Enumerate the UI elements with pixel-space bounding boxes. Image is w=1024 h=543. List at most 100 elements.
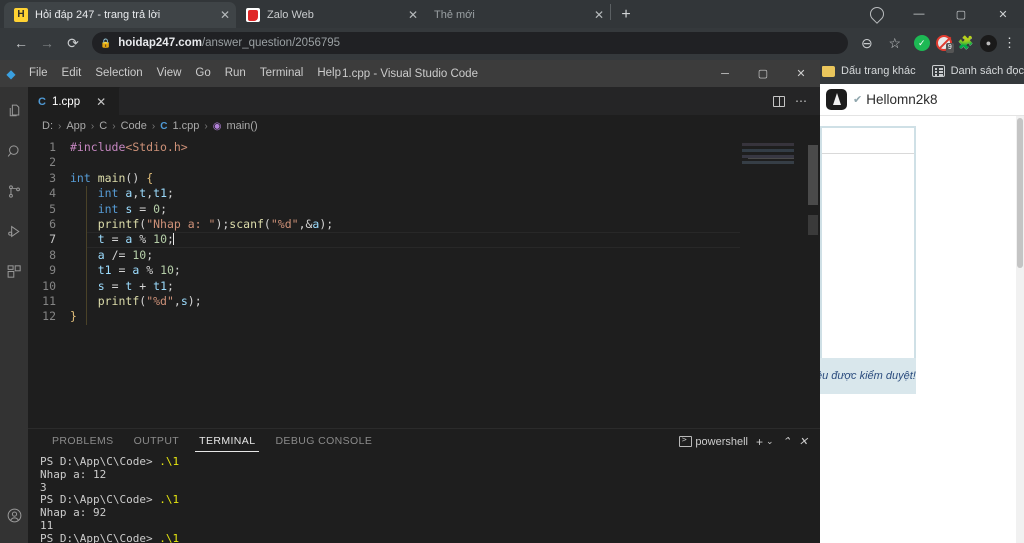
menu-view[interactable]: View <box>150 60 189 87</box>
code-token: <Stdio.h> <box>125 140 188 154</box>
editor-tab-close-icon[interactable]: ✕ <box>96 95 106 109</box>
code-line[interactable]: 4 int a,t,t1; <box>28 186 820 201</box>
menu-help[interactable]: Help <box>310 60 348 87</box>
code-token: () <box>125 170 147 185</box>
menu-edit[interactable]: Edit <box>55 60 89 87</box>
code-line[interactable]: 9 t1 = a % 10; <box>28 263 820 278</box>
editor-tab-1cpp[interactable]: C 1.cpp ✕ <box>28 87 120 115</box>
code-token: printf <box>97 293 140 308</box>
profile-avatar-icon[interactable]: ● <box>980 34 997 52</box>
location-pin-icon[interactable] <box>867 4 887 24</box>
editor-scrollbar-track[interactable] <box>808 215 818 235</box>
vscode-minimize-button[interactable]: ─ <box>706 60 744 87</box>
browser-tab-close-icon[interactable]: ✕ <box>208 9 230 21</box>
terminal-shell-selector[interactable]: powershell <box>679 435 748 448</box>
new-terminal-button[interactable]: + ⌄ <box>756 435 774 449</box>
breadcrumb-symbol[interactable]: main() <box>226 120 257 132</box>
browser-close-button[interactable]: ✕ <box>982 0 1024 28</box>
panel-tab-terminal[interactable]: TERMINAL <box>189 429 265 454</box>
terminal-output[interactable]: PS D:\App\C\Code> .\1 Nhap a: 12 3 PS D:\Ap… <box>28 454 820 543</box>
code-line[interactable]: 7 t = a % 10; <box>28 232 820 249</box>
run-and-debug-icon[interactable] <box>0 211 28 251</box>
breadcrumb-separator: › <box>151 120 156 132</box>
chevron-down-icon[interactable]: ⌄ <box>766 436 774 447</box>
code-editor[interactable]: 1 #include<Stdio.h> 2 3 int main() {4 int a,… <box>28 137 820 428</box>
panel-tab-problems[interactable]: PROBLEMS <box>42 429 124 454</box>
forward-button[interactable]: → <box>34 30 60 56</box>
source-control-icon[interactable] <box>0 171 28 211</box>
code-line[interactable]: 10 s = t + t1; <box>28 279 820 294</box>
reload-button[interactable]: ⟳ <box>60 30 86 56</box>
page-scrollbar[interactable] <box>1016 116 1024 543</box>
menu-run[interactable]: Run <box>218 60 253 87</box>
search-icon[interactable] <box>0 131 28 171</box>
code-token: ; <box>173 263 181 278</box>
browser-tab-close-icon[interactable]: ✕ <box>396 9 418 21</box>
explorer-icon[interactable] <box>0 91 28 131</box>
code-content[interactable]: 1 #include<Stdio.h> 2 3 int main() {4 int a,… <box>28 137 820 325</box>
split-editor-icon[interactable] <box>773 95 785 107</box>
breadcrumb-file[interactable]: 1.cpp <box>172 120 199 132</box>
code-line[interactable]: 6 printf("Nhap a: ");scanf("%d",&a); <box>28 217 820 232</box>
menu-terminal[interactable]: Terminal <box>253 60 310 87</box>
maximize-panel-icon[interactable]: ⌃ <box>782 435 791 448</box>
code-line[interactable]: 2 <box>28 155 820 170</box>
page-scrollbar-thumb[interactable] <box>1017 118 1023 268</box>
panel-tab-bar: PROBLEMS OUTPUT TERMINAL DEBUG CONSOLE p… <box>28 429 820 454</box>
browser-tab-hoidap[interactable]: Hỏi đáp 247 - trang trả lời ✕ <box>4 2 236 28</box>
browser-maximize-button[interactable]: ▢ <box>940 0 982 28</box>
terminal-line: PS D:\App\C\Code> .\1 <box>40 493 820 507</box>
answer-editor-box[interactable] <box>820 126 916 388</box>
menu-file[interactable]: File <box>22 60 55 87</box>
editor-tab-actions: ⋯ <box>773 87 820 115</box>
code-token: ; <box>167 278 174 293</box>
accounts-icon[interactable] <box>0 495 28 535</box>
line-number: 9 <box>49 263 56 278</box>
browser-tab-new[interactable]: Thẻ mới ✕ <box>424 2 610 28</box>
menu-selection[interactable]: Selection <box>88 60 149 87</box>
back-button[interactable]: ← <box>8 30 34 56</box>
bookmark-other-bookmarks[interactable]: Dấu trang khác <box>822 65 916 77</box>
code-token: main <box>97 170 126 185</box>
breadcrumb-drive[interactable]: D: <box>42 120 53 132</box>
menu-go[interactable]: Go <box>188 60 217 87</box>
code-line[interactable]: 8 a /= 10; <box>28 248 820 263</box>
editor-minimap[interactable] <box>740 137 806 428</box>
bookmark-reading-list[interactable]: Danh sách đọc <box>931 65 1024 77</box>
code-line[interactable]: 11 printf("%d",s); <box>28 294 820 309</box>
address-bar[interactable]: 🔒 hoidap247.com/answer_question/2056795 <box>92 32 848 54</box>
breadcrumb-app[interactable]: App <box>66 120 86 132</box>
chrome-menu-icon[interactable]: ⋮ <box>1003 35 1016 51</box>
panel-tab-debug-console[interactable]: DEBUG CONSOLE <box>265 429 382 454</box>
plus-icon[interactable]: + <box>756 435 763 449</box>
code-text: printf("Nhap a: ");scanf("%d",&a); <box>70 217 334 232</box>
browser-tab-zalo[interactable]: Zalo Web ✕ <box>236 2 424 28</box>
editor-overview-ruler[interactable] <box>806 137 820 428</box>
more-actions-icon[interactable]: ⋯ <box>795 95 808 107</box>
terminal-line: Nhap a: 12 <box>40 468 820 482</box>
code-line[interactable]: 5 int s = 0; <box>28 202 820 217</box>
browser-tab-close-icon[interactable]: ✕ <box>582 9 604 21</box>
editor-scrollbar-thumb[interactable] <box>808 145 818 205</box>
blocker-icon[interactable]: 9 <box>935 35 954 53</box>
vscode-maximize-button[interactable]: ▢ <box>744 60 782 87</box>
adblock-check-icon[interactable]: ✓ <box>913 35 930 51</box>
extensions-puzzle-icon[interactable]: 🧩 <box>958 35 974 51</box>
bookmark-star-icon[interactable]: ☆ <box>882 30 908 56</box>
code-line[interactable]: 1 #include<Stdio.h> <box>28 140 820 155</box>
zoom-out-icon[interactable]: ⊖ <box>854 30 880 56</box>
code-token: "%d" <box>146 293 174 308</box>
breadcrumb: D: › App › C › Code › C 1.cpp › ◉ main() <box>28 115 820 137</box>
browser-minimize-button[interactable]: — <box>898 0 940 28</box>
url-domain: hoidap247.com <box>118 37 202 49</box>
breadcrumb-code[interactable]: Code <box>121 120 147 132</box>
extensions-icon[interactable] <box>0 251 28 291</box>
code-line[interactable]: 12} <box>28 309 820 324</box>
code-line[interactable]: 3 int main() { <box>28 171 820 186</box>
breadcrumb-c[interactable]: C <box>99 120 107 132</box>
vscode-close-button[interactable]: ✕ <box>782 60 820 87</box>
close-panel-icon[interactable]: ✕ <box>799 435 808 448</box>
code-token: 10 <box>160 263 174 278</box>
panel-tab-output[interactable]: OUTPUT <box>124 429 190 454</box>
new-tab-button[interactable]: + <box>613 2 639 28</box>
